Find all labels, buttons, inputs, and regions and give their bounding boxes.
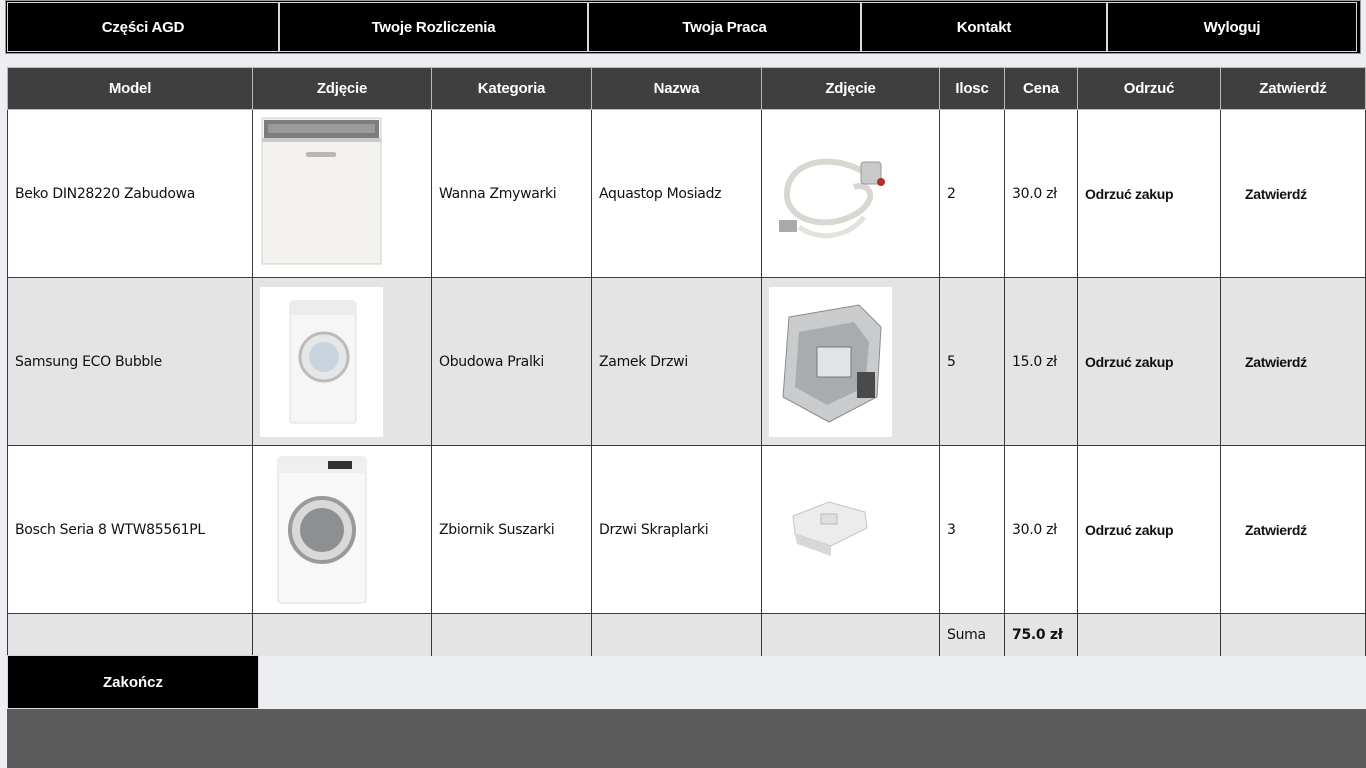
header-price: Cena (1004, 67, 1078, 110)
cell-device-photo (252, 109, 432, 278)
finish-button[interactable]: Zakończ (7, 655, 259, 709)
sum-empty-cell (431, 613, 592, 656)
dishwasher-image (260, 116, 383, 266)
cell-price: 15.0 zł (1004, 277, 1078, 446)
sum-row: Suma 75.0 zł (7, 613, 1366, 656)
sum-value: 75.0 zł (1004, 613, 1078, 656)
approve-button[interactable]: Zatwierdź (1220, 109, 1366, 278)
header-name: Nazwa (591, 67, 762, 110)
table-row: Samsung ECO Bubble Obudowa Pralki Zamek … (7, 277, 1366, 446)
cell-price: 30.0 zł (1004, 445, 1078, 614)
table-row: Beko DIN28220 Zabudowa Wanna Zmywarki Aq… (7, 109, 1366, 278)
cell-quantity: 3 (939, 445, 1005, 614)
cell-model: Beko DIN28220 Zabudowa (7, 109, 253, 278)
nav-kontakt[interactable]: Kontakt (861, 2, 1107, 52)
header-quantity: Ilosc (939, 67, 1005, 110)
footer-bar (7, 709, 1366, 768)
header-approve: Zatwierdź (1220, 67, 1366, 110)
cell-model: Bosch Seria 8 WTW85561PL (7, 445, 253, 614)
sum-label: Suma (939, 613, 1005, 656)
door-lock-image (769, 287, 892, 437)
sum-empty-cell (1220, 613, 1366, 656)
approve-button[interactable]: Zatwierdź (1220, 277, 1366, 446)
cell-part-name: Aquastop Mosiadz (591, 109, 762, 278)
reject-purchase-button[interactable]: Odrzuć zakup (1077, 277, 1221, 446)
cell-part-photo (761, 277, 940, 446)
header-device-photo: Zdjęcie (252, 67, 432, 110)
table-header-row: Model Zdjęcie Kategoria Nazwa Zdjęcie Il… (7, 67, 1366, 110)
cell-part-photo (761, 445, 940, 614)
cell-quantity: 5 (939, 277, 1005, 446)
header-category: Kategoria (431, 67, 592, 110)
top-navigation: Części AGD Twoje Rozliczenia Twoja Praca… (5, 0, 1361, 54)
header-part-photo: Zdjęcie (761, 67, 940, 110)
nav-czesci-agd[interactable]: Części AGD (7, 2, 279, 52)
header-reject: Odrzuć (1077, 67, 1221, 110)
cell-quantity: 2 (939, 109, 1005, 278)
sum-empty-cell (1077, 613, 1221, 656)
nav-wyloguj[interactable]: Wyloguj (1107, 2, 1357, 52)
header-model: Model (7, 67, 253, 110)
sum-empty-cell (7, 613, 253, 656)
cell-part-name: Zamek Drzwi (591, 277, 762, 446)
cell-category: Zbiornik Suszarki (431, 445, 592, 614)
cell-price: 30.0 zł (1004, 109, 1078, 278)
table-row: Bosch Seria 8 WTW85561PL Zbiornik Suszar… (7, 445, 1366, 614)
cell-category: Wanna Zmywarki (431, 109, 592, 278)
reject-purchase-button[interactable]: Odrzuć zakup (1077, 109, 1221, 278)
sum-empty-cell (761, 613, 940, 656)
cell-part-photo (761, 109, 940, 278)
dryer-image (260, 455, 383, 605)
cell-model: Samsung ECO Bubble (7, 277, 253, 446)
nav-twoja-praca[interactable]: Twoja Praca (588, 2, 861, 52)
condenser-door-image (769, 476, 892, 586)
approve-button[interactable]: Zatwierdź (1220, 445, 1366, 614)
washing-machine-image (260, 287, 383, 437)
orders-table: Model Zdjęcie Kategoria Nazwa Zdjęcie Il… (7, 67, 1366, 656)
cell-category: Obudowa Pralki (431, 277, 592, 446)
reject-purchase-button[interactable]: Odrzuć zakup (1077, 445, 1221, 614)
sum-empty-cell (591, 613, 762, 656)
cell-device-photo (252, 277, 432, 446)
sum-empty-cell (252, 613, 432, 656)
nav-twoje-rozliczenia[interactable]: Twoje Rozliczenia (279, 2, 588, 52)
cell-part-name: Drzwi Skraplarki (591, 445, 762, 614)
cell-device-photo (252, 445, 432, 614)
aquastop-hose-image (769, 132, 892, 250)
